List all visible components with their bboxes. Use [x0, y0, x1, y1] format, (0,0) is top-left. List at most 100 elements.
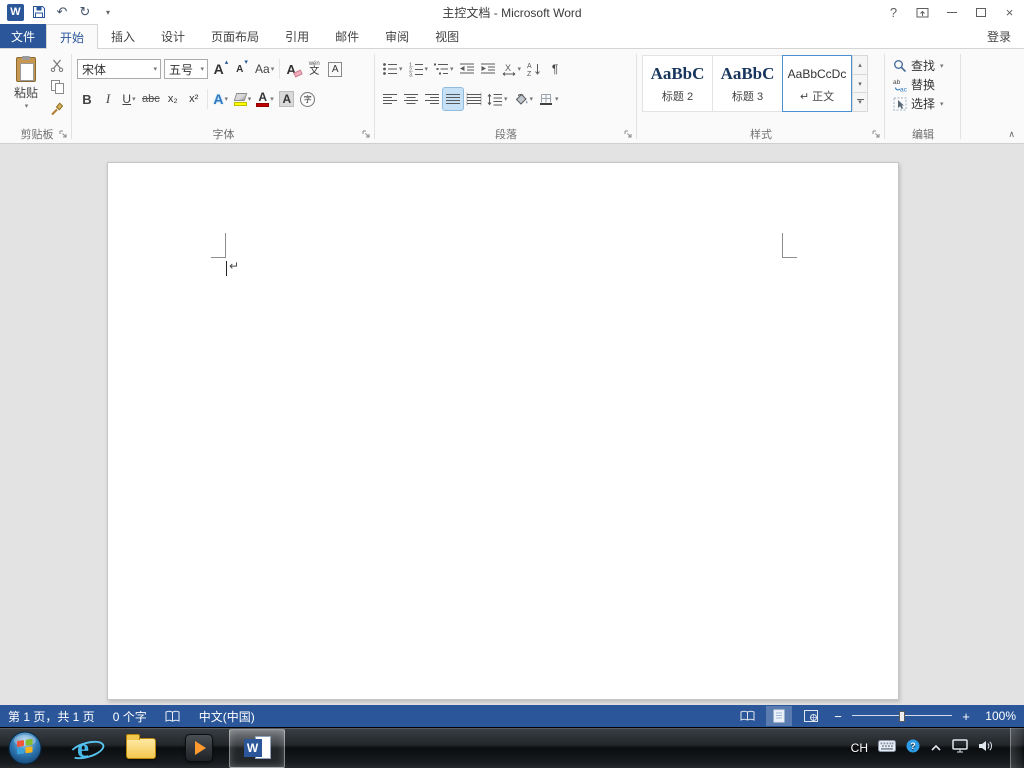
subscript-button[interactable]: x₂	[163, 88, 183, 110]
tab-design[interactable]: 设计	[148, 24, 198, 48]
line-spacing-button[interactable]: ▾	[485, 88, 510, 110]
qat-customize-dropdown-icon[interactable]: ▾	[100, 3, 116, 21]
align-left-button[interactable]	[380, 88, 400, 110]
borders-button[interactable]: ▾	[536, 88, 561, 110]
find-button[interactable]: 查找 ▾	[890, 56, 956, 75]
style-heading-3[interactable]: AaBbC 标题 3	[712, 55, 782, 112]
page-indicator[interactable]: 第 1 页，共 1 页	[8, 705, 104, 727]
taskbar-internet-explorer[interactable]: e	[55, 729, 111, 768]
multilevel-list-button[interactable]: ▾	[431, 58, 456, 80]
font-color-button[interactable]: A ▾	[254, 88, 276, 110]
styles-dialog-launcher[interactable]	[871, 129, 882, 140]
chevron-up-icon	[931, 744, 941, 751]
italic-button[interactable]: I	[98, 88, 118, 110]
justify-button[interactable]	[442, 87, 464, 111]
zoom-slider-thumb[interactable]	[899, 711, 905, 722]
zoom-in-button[interactable]: +	[958, 709, 974, 724]
shading-button[interactable]: ▾	[511, 88, 536, 110]
enclose-characters-button[interactable]: 字	[298, 88, 318, 110]
redo-button[interactable]: ↻	[77, 3, 93, 21]
character-shading-button[interactable]: A	[277, 88, 297, 110]
align-center-button[interactable]	[401, 88, 421, 110]
strikethrough-button[interactable]: abc	[140, 88, 162, 110]
style-heading-2[interactable]: AaBbC 标题 2	[642, 55, 712, 112]
tab-mailings[interactable]: 邮件	[322, 24, 372, 48]
undo-button[interactable]: ↶	[54, 3, 70, 21]
show-desktop-button[interactable]	[1010, 727, 1022, 768]
language-indicator[interactable]: CH	[851, 741, 868, 755]
tab-home[interactable]: 开始	[46, 24, 99, 49]
clear-formatting-button[interactable]: A	[283, 58, 303, 80]
tab-view[interactable]: 视图	[422, 24, 472, 48]
language-status[interactable]: 中文(中国)	[190, 705, 264, 727]
volume-tray-button[interactable]	[978, 739, 993, 758]
font-dialog-launcher[interactable]	[361, 129, 372, 140]
highlight-color-button[interactable]: ▾	[232, 88, 254, 110]
document-area[interactable]: ↵	[0, 144, 1024, 705]
collapse-ribbon-button[interactable]: ∧	[1008, 129, 1015, 140]
tab-insert[interactable]: 插入	[98, 24, 148, 48]
distribute-button[interactable]	[464, 88, 484, 110]
show-hide-marks-button[interactable]: ¶	[545, 58, 565, 80]
tab-review[interactable]: 审阅	[372, 24, 422, 48]
read-mode-button[interactable]	[734, 706, 760, 726]
font-family-select[interactable]: 宋体 ▾	[77, 59, 161, 79]
zoom-percentage[interactable]: 100%	[980, 709, 1016, 723]
close-button[interactable]: ×	[995, 1, 1024, 23]
document-page[interactable]: ↵	[107, 162, 899, 700]
network-tray-button[interactable]	[952, 738, 968, 758]
help-button[interactable]: ?	[879, 1, 908, 23]
paste-button[interactable]: 粘贴 ▾	[7, 54, 45, 110]
zoom-out-button[interactable]: −	[830, 709, 846, 724]
cut-button[interactable]	[47, 54, 67, 75]
clipboard-dialog-launcher[interactable]	[58, 129, 69, 140]
save-button[interactable]	[31, 3, 47, 21]
shrink-font-button[interactable]: A ▾	[232, 58, 252, 80]
maximize-button[interactable]	[966, 1, 995, 23]
grow-font-button[interactable]: A ▴	[211, 58, 231, 80]
asian-layout-button[interactable]: X ▾	[499, 58, 524, 80]
superscript-button[interactable]: x²	[184, 88, 204, 110]
taskbar-file-explorer[interactable]	[113, 729, 169, 768]
paragraph-dialog-launcher[interactable]	[623, 129, 634, 140]
text-effects-button[interactable]: A ▾	[211, 88, 231, 110]
bullets-button[interactable]: ▾	[380, 58, 405, 80]
decrease-indent-button[interactable]	[457, 58, 477, 80]
taskbar-word-active[interactable]: W	[229, 728, 285, 768]
minimize-button[interactable]	[937, 1, 966, 23]
style-normal-selected[interactable]: AaBbCcDc ↵ 正文	[782, 55, 852, 112]
copy-button[interactable]	[47, 76, 67, 97]
style-gallery-more-button[interactable]: ▾	[852, 92, 868, 113]
help-tray-button[interactable]: ?	[906, 739, 920, 758]
increase-indent-button[interactable]	[478, 58, 498, 80]
proofing-status-button[interactable]	[156, 705, 190, 727]
font-size-select[interactable]: 五号 ▾	[164, 59, 208, 79]
web-layout-button[interactable]	[798, 706, 824, 726]
show-hidden-icons-button[interactable]	[930, 739, 942, 757]
character-border-button[interactable]: A	[325, 58, 345, 80]
tab-file[interactable]: 文件	[0, 24, 46, 48]
select-button[interactable]: 选择 ▾	[890, 94, 956, 113]
print-layout-button[interactable]	[766, 706, 792, 726]
underline-button[interactable]: U ▾	[119, 88, 139, 110]
taskbar-media-player[interactable]	[171, 729, 227, 768]
format-painter-button[interactable]	[47, 98, 67, 119]
bold-button[interactable]: B	[77, 88, 97, 110]
word-logo-icon[interactable]: W	[7, 3, 24, 21]
change-case-button[interactable]: Aa ▾	[253, 58, 276, 80]
sign-in-link[interactable]: 登录	[974, 24, 1024, 48]
zoom-slider[interactable]	[852, 709, 952, 723]
style-scroll-up-button[interactable]: ▴	[852, 55, 868, 74]
style-scroll-down-button[interactable]: ▾	[852, 73, 868, 93]
word-count[interactable]: 0 个字	[104, 705, 156, 727]
sort-button[interactable]: AZ	[524, 58, 544, 80]
tab-references[interactable]: 引用	[272, 24, 322, 48]
ribbon-display-options-button[interactable]	[908, 1, 937, 23]
tab-page-layout[interactable]: 页面布局	[198, 24, 272, 48]
numbering-button[interactable]: 1. 2. 3. ▾	[406, 58, 431, 80]
align-right-button[interactable]	[422, 88, 442, 110]
start-button[interactable]	[6, 729, 44, 767]
replace-button[interactable]: ab ac 替换	[890, 75, 956, 94]
keyboard-tray-button[interactable]	[878, 739, 896, 757]
phonetic-guide-button[interactable]: wén 文	[304, 58, 324, 80]
